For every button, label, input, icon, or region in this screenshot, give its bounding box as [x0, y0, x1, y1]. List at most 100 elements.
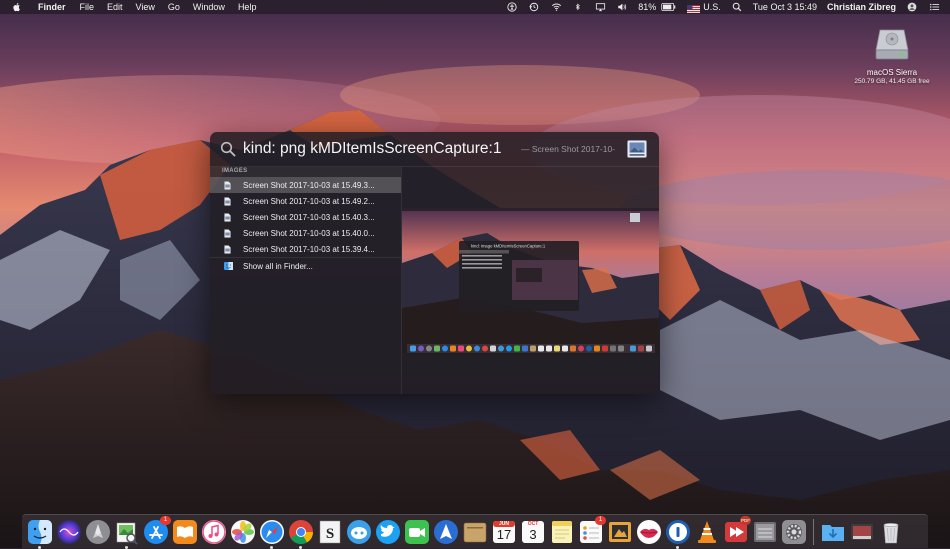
- result-item[interactable]: Screen Shot 2017-10-03 at 15.39.4...: [210, 241, 401, 257]
- show-all-in-finder[interactable]: Show all in Finder...: [210, 257, 401, 274]
- safari-icon: [260, 519, 284, 544]
- menu-file[interactable]: File: [80, 0, 95, 14]
- time-machine-icon[interactable]: [528, 1, 540, 13]
- input-source[interactable]: U.S.: [703, 0, 721, 14]
- dock-vlc[interactable]: [694, 519, 720, 545]
- clock[interactable]: Tue Oct 3 15:49: [753, 0, 817, 14]
- apple-menu-icon[interactable]: [12, 1, 24, 13]
- photo-booth-icon: [851, 523, 873, 540]
- downloads-folder-icon: [822, 524, 844, 541]
- notes-icon: [552, 520, 572, 543]
- tweetbot-icon: [347, 519, 371, 544]
- photos-icon: [231, 519, 255, 544]
- notification-badge: 1: [595, 515, 606, 525]
- dock-photo-booth[interactable]: [849, 519, 875, 545]
- kiss-icon: [637, 519, 661, 544]
- dock-safari[interactable]: [259, 519, 285, 549]
- dock-fantastical[interactable]: JUN 17: [491, 519, 517, 545]
- dock-system-preferences[interactable]: [781, 519, 807, 545]
- dock-notefile[interactable]: [462, 519, 488, 545]
- dock-siri[interactable]: [56, 519, 82, 545]
- document-icon: [224, 212, 231, 222]
- desktop-drive[interactable]: macOS Sierra 250.79 GB, 41.45 GB free: [842, 24, 942, 85]
- menu-go[interactable]: Go: [168, 0, 180, 14]
- menu-window[interactable]: Window: [193, 0, 225, 14]
- result-item[interactable]: Screen Shot 2017-10-03 at 15.40.0...: [210, 225, 401, 241]
- dock-finder[interactable]: [27, 519, 53, 549]
- dock-launchpad[interactable]: [85, 519, 111, 545]
- section-header-images: IMAGES: [210, 167, 401, 177]
- menu-edit[interactable]: Edit: [107, 0, 123, 14]
- drive-info: 250.79 GB, 41.45 GB free: [854, 78, 930, 85]
- dock-twitter[interactable]: [375, 519, 401, 545]
- dock-pixelmator[interactable]: [607, 519, 633, 545]
- siri-icon: [57, 519, 81, 544]
- menu-bar: Finder File Edit View Go Window Help 81%: [0, 0, 950, 14]
- svg-text:S: S: [326, 526, 334, 542]
- twitter-icon: [376, 519, 400, 544]
- dock-itunes[interactable]: [201, 519, 227, 545]
- dock-trash[interactable]: [878, 519, 904, 545]
- dock-preview[interactable]: [114, 519, 140, 549]
- dock-photos[interactable]: [230, 519, 256, 545]
- hard-drive-icon: [875, 29, 909, 60]
- result-label: Screen Shot 2017-10-03 at 15.40.3...: [243, 212, 375, 222]
- result-item[interactable]: Screen Shot 2017-10-03 at 15.49.2...: [210, 193, 401, 209]
- dock-scrivener[interactable]: S: [317, 519, 343, 545]
- document-icon: [224, 180, 231, 190]
- wifi-icon[interactable]: [550, 1, 562, 13]
- result-label: Screen Shot 2017-10-03 at 15.49.2...: [243, 196, 375, 206]
- result-label: Screen Shot 2017-10-03 at 15.49.3...: [243, 180, 375, 190]
- dock-notes[interactable]: [549, 519, 575, 545]
- battery-icon[interactable]: [659, 1, 677, 13]
- dock-facetime[interactable]: [404, 519, 430, 545]
- spotlight-search-bar[interactable]: kind: png kMDItemIsScreenCapture:1 — Scr…: [210, 132, 659, 166]
- menu-help[interactable]: Help: [238, 0, 257, 14]
- document-icon: [224, 244, 231, 254]
- airplay-icon[interactable]: [594, 1, 606, 13]
- dock-kiss[interactable]: [636, 519, 662, 545]
- dock-calendar[interactable]: OCT 3: [520, 519, 546, 545]
- running-indicator: [299, 545, 302, 549]
- accessibility-icon[interactable]: [506, 1, 518, 13]
- spotlight-query-input[interactable]: kind: png kMDItemIsScreenCapture:1: [243, 139, 501, 159]
- dock-preferences[interactable]: [752, 519, 778, 545]
- battery-percentage[interactable]: 81%: [638, 0, 656, 14]
- menu-view[interactable]: View: [136, 0, 155, 14]
- mini-spotlight-query: kind: image kMDItemIsScreenCapture:1: [471, 244, 546, 249]
- dock-ibooks[interactable]: [172, 519, 198, 545]
- result-item[interactable]: Screen Shot 2017-10-03 at 15.40.3...: [210, 209, 401, 225]
- spotlight-results-list: IMAGES Screen Shot 2017-10-03 at 15.49.3…: [210, 167, 401, 394]
- dock-reminders[interactable]: 1: [578, 515, 606, 545]
- gear-icon: [782, 519, 806, 544]
- user-icon[interactable]: [906, 1, 918, 13]
- dock-1password[interactable]: [665, 519, 691, 549]
- trash-icon: [883, 522, 899, 543]
- user-name[interactable]: Christian Zibreg: [827, 0, 896, 14]
- maps-icon: [434, 519, 458, 544]
- dock-app-store[interactable]: 1: [143, 515, 171, 545]
- bluetooth-icon[interactable]: [572, 1, 584, 13]
- dock-downloads[interactable]: [820, 519, 846, 545]
- spotlight-preview-pane: kind: image kMDItemIsScreenCapture:1: [402, 167, 659, 394]
- vlc-icon: [698, 520, 716, 543]
- launchpad-icon: [86, 519, 110, 544]
- volume-icon[interactable]: [616, 1, 628, 13]
- scrivener-icon: S: [319, 520, 341, 543]
- notification-center-icon[interactable]: [928, 1, 940, 13]
- running-indicator: [270, 545, 273, 549]
- search-icon: [220, 141, 236, 157]
- result-label: Screen Shot 2017-10-03 at 15.40.0...: [243, 228, 375, 238]
- result-item[interactable]: Screen Shot 2017-10-03 at 15.49.3...: [210, 177, 401, 193]
- dock-chrome[interactable]: [288, 519, 314, 549]
- finder-icon: [224, 262, 233, 270]
- menu-app-name[interactable]: Finder: [38, 0, 66, 14]
- dock-speed-download[interactable]: PDF: [723, 515, 751, 545]
- dock-tweetbot[interactable]: [346, 519, 372, 545]
- flag-us-icon[interactable]: [687, 3, 701, 13]
- dock-separator: [813, 518, 814, 545]
- running-indicator: [676, 545, 679, 549]
- preview-icon: [116, 522, 138, 545]
- dock-maps[interactable]: [433, 519, 459, 545]
- spotlight-icon[interactable]: [731, 1, 743, 13]
